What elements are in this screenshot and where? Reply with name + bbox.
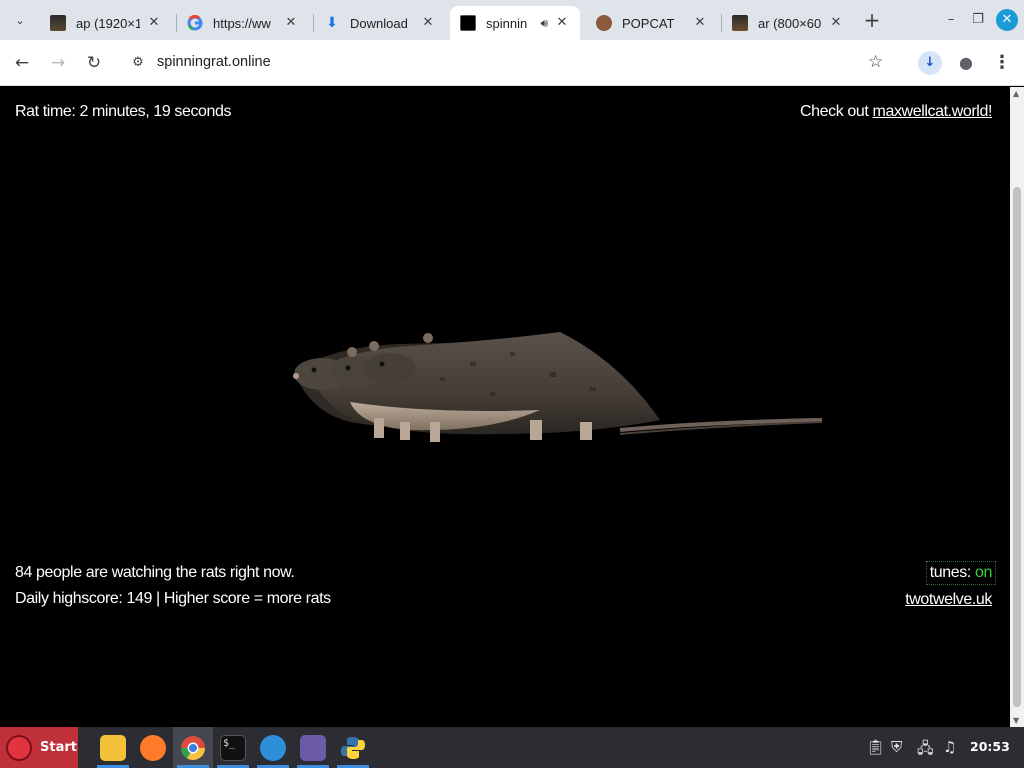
- profile-icon[interactable]: ●: [954, 51, 978, 75]
- browser-toolbar: ← → ↻ ⚙ spinningrat.online ☆ ↓ ● ⋮: [0, 40, 1024, 86]
- tab-title: spinnin: [486, 15, 528, 31]
- close-tab-icon[interactable]: ✕: [692, 15, 708, 31]
- rat-thumb-icon: [460, 15, 476, 31]
- tab-title: https://ww: [213, 15, 271, 31]
- terminal-icon[interactable]: $_: [213, 727, 253, 768]
- popcat-icon: [596, 15, 612, 31]
- forward-icon[interactable]: →: [46, 51, 70, 75]
- restore-icon[interactable]: ❐: [968, 10, 988, 30]
- image-thumb-icon: [50, 15, 66, 31]
- google-icon: [187, 14, 203, 31]
- firefox-icon[interactable]: [133, 727, 173, 768]
- tab-1[interactable]: ap (1920×1 ✕: [40, 6, 172, 40]
- shield-icon[interactable]: ⛨: [891, 738, 902, 756]
- close-tab-icon[interactable]: ✕: [146, 15, 162, 31]
- watchers-count: 84 people are watching the rats right no…: [15, 564, 295, 581]
- music-icon[interactable]: ♫: [943, 738, 956, 756]
- image-thumb-icon: [732, 15, 748, 31]
- start-label: Start: [40, 740, 77, 755]
- scroll-down-icon[interactable]: ▼: [1013, 716, 1019, 725]
- tab-4-active[interactable]: spinnin 🔊︎ ✕: [450, 6, 580, 40]
- back-icon[interactable]: ←: [10, 51, 34, 75]
- tab-5[interactable]: POPCAT ✕: [586, 6, 718, 40]
- new-tab-button[interactable]: +: [860, 9, 884, 33]
- tab-search-button[interactable]: ⌄: [8, 8, 32, 32]
- daily-highscore: Daily highscore: 149 | Higher score = mo…: [15, 590, 331, 607]
- tunes-state: on: [975, 564, 992, 581]
- taskbar: Start $_ 📋︎ ⛨ 🖧 ♫ 20:53: [0, 727, 1024, 768]
- spinning-rat-image: [293, 332, 823, 442]
- page-scrollbar[interactable]: ▲ ▼: [1010, 87, 1024, 727]
- settings-icon[interactable]: [253, 727, 293, 768]
- tab-title: ar (800×60: [758, 15, 822, 31]
- close-window-icon[interactable]: ✕: [996, 9, 1018, 31]
- tab-6[interactable]: ar (800×60 ✕: [722, 6, 854, 40]
- site-info-icon[interactable]: ⚙: [128, 53, 148, 73]
- app-grid-icon[interactable]: [293, 727, 333, 768]
- bookmark-star-icon[interactable]: ☆: [868, 52, 883, 72]
- clipboard-icon[interactable]: 📋︎: [866, 738, 885, 756]
- close-tab-icon[interactable]: ✕: [420, 15, 436, 31]
- close-tab-icon[interactable]: ✕: [828, 15, 844, 31]
- speaker-icon[interactable]: 🔊︎: [540, 16, 548, 31]
- tunes-label: tunes:: [929, 564, 975, 581]
- minimize-icon[interactable]: –: [941, 10, 961, 30]
- check-out-prefix: Check out: [800, 103, 873, 120]
- close-tab-icon[interactable]: ✕: [283, 15, 299, 31]
- angry-bird-icon: [6, 734, 32, 761]
- python-icon[interactable]: [333, 727, 373, 768]
- tunes-toggle[interactable]: tunes: on: [925, 561, 996, 585]
- tab-title: Download: [350, 15, 408, 31]
- chrome-icon[interactable]: [173, 727, 213, 768]
- kebab-menu-icon[interactable]: ⋮: [990, 51, 1014, 75]
- address-bar[interactable]: ⚙ spinningrat.online ☆: [120, 46, 900, 80]
- twotwelve-link[interactable]: twotwelve.uk: [905, 591, 992, 609]
- download-icon: ⬇: [326, 15, 338, 31]
- reload-icon[interactable]: ↻: [82, 51, 106, 75]
- tab-2[interactable]: https://ww ✕: [177, 6, 309, 40]
- scroll-thumb[interactable]: [1013, 187, 1021, 707]
- check-out-text: Check out maxwellcat.world!: [800, 103, 992, 121]
- clock[interactable]: 20:53: [970, 739, 1010, 754]
- start-button[interactable]: Start: [0, 727, 78, 768]
- downloads-icon[interactable]: ↓: [918, 51, 942, 75]
- maxwellcat-link[interactable]: maxwellcat.world!: [873, 103, 993, 120]
- scroll-up-icon[interactable]: ▲: [1013, 89, 1019, 98]
- url-text[interactable]: spinningrat.online: [157, 54, 271, 70]
- files-icon[interactable]: [93, 727, 133, 768]
- page-content: Rat time: 2 minutes, 19 seconds Check ou…: [0, 87, 1010, 727]
- network-icon[interactable]: 🖧: [917, 738, 934, 763]
- close-tab-icon[interactable]: ✕: [554, 15, 570, 31]
- tab-strip: ⌄ ap (1920×1 ✕ https://ww ✕ ⬇ Download ✕…: [0, 0, 1024, 40]
- rat-time-counter: Rat time: 2 minutes, 19 seconds: [15, 103, 232, 120]
- chevron-down-icon: ⌄: [15, 13, 25, 27]
- tab-title: POPCAT: [622, 15, 675, 31]
- tab-title: ap (1920×1: [76, 15, 140, 31]
- tab-3[interactable]: ⬇ Download ✕: [314, 6, 446, 40]
